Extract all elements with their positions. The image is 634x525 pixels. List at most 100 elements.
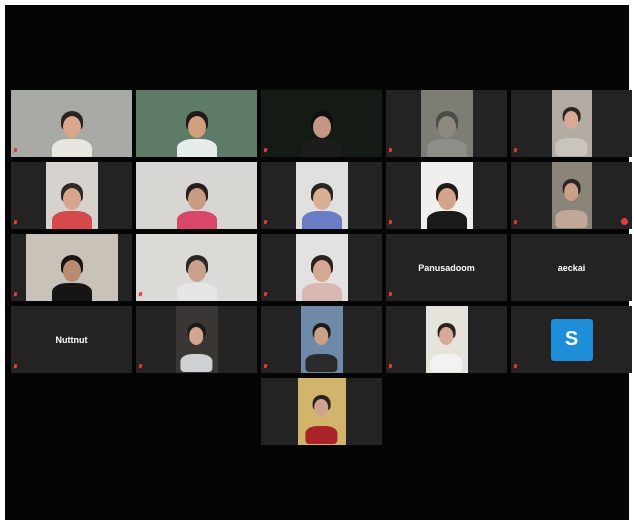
participant-figure [304, 306, 339, 373]
participant-torso [51, 283, 92, 301]
participant-torso [555, 210, 588, 228]
mic-muted-icon [388, 147, 393, 154]
participant-figure [554, 162, 589, 229]
participant-video [175, 306, 218, 373]
mic-muted-icon [13, 291, 18, 298]
participant-figure [50, 162, 94, 229]
mic-muted-icon [263, 363, 268, 370]
participant-face [62, 116, 81, 138]
participant-name-bar [513, 146, 520, 155]
participant-face [564, 183, 579, 201]
participant-tile[interactable] [136, 234, 257, 301]
participant-torso [176, 139, 217, 157]
participant-video [551, 90, 592, 157]
participant-name-bar [138, 362, 145, 371]
participant-tile[interactable] [261, 162, 382, 229]
participant-torso [305, 354, 338, 372]
participant-tile[interactable]: aeckai [511, 234, 632, 301]
participant-tile[interactable] [386, 90, 507, 157]
participant-tile[interactable] [261, 234, 382, 301]
participant-tile[interactable]: Nuttnut [11, 306, 132, 373]
participant-torso [426, 139, 467, 157]
participant-video [295, 234, 348, 301]
participant-figure [300, 90, 344, 157]
participant-tile[interactable] [11, 90, 132, 157]
participant-face [437, 116, 456, 138]
participant-figure [425, 90, 469, 157]
participant-face [312, 260, 331, 282]
participant-torso [555, 138, 588, 156]
participant-tile[interactable] [136, 90, 257, 157]
participant-name-bar [513, 218, 520, 227]
notification-badge [621, 218, 628, 225]
participant-face [312, 188, 331, 210]
participant-name-bar [13, 290, 20, 299]
participant-tile[interactable] [136, 306, 257, 373]
participant-face [187, 260, 206, 282]
mic-muted-icon [388, 363, 393, 370]
mic-muted-icon [13, 219, 18, 226]
participant-torso [176, 283, 217, 301]
participant-video [420, 90, 473, 157]
participant-video [551, 162, 592, 229]
mic-muted-icon [263, 291, 268, 298]
participant-name-bar [388, 290, 395, 299]
participant-name-bar [13, 362, 20, 371]
participant-name-bar [13, 218, 20, 227]
participant-name-bar [513, 362, 520, 371]
participant-tile[interactable] [386, 162, 507, 229]
participant-avatar: S [550, 318, 593, 361]
participant-tile[interactable] [511, 162, 632, 229]
participant-display-name: Nuttnut [55, 334, 88, 345]
participant-name-bar [263, 290, 270, 299]
participant-video [297, 378, 346, 445]
participant-face [187, 188, 206, 210]
participant-figure [300, 162, 344, 229]
participant-video [25, 234, 118, 301]
participant-face [62, 260, 81, 282]
participant-torso [301, 139, 342, 157]
participant-tile[interactable] [261, 378, 382, 445]
mic-muted-icon [138, 291, 143, 298]
participant-tile[interactable]: Panusadoom [386, 234, 507, 301]
participant-video [136, 234, 257, 301]
participant-tile[interactable] [11, 162, 132, 229]
participant-face [564, 111, 579, 129]
participant-torso [426, 211, 467, 229]
participant-video [45, 162, 98, 229]
participant-video [261, 90, 382, 157]
participant-tile[interactable]: S [511, 306, 632, 373]
participant-figure [50, 90, 94, 157]
participant-tile[interactable] [511, 90, 632, 157]
participant-face [314, 399, 329, 417]
meeting-gallery-view: Panusadoom aeckai Nuttnut S [5, 5, 632, 520]
participant-figure [175, 90, 219, 157]
participant-figure [429, 306, 464, 373]
participant-video [136, 90, 257, 157]
participant-tile[interactable] [11, 234, 132, 301]
participant-torso [176, 211, 217, 229]
participant-display-name: aeckai [557, 262, 586, 273]
participant-tile[interactable] [261, 306, 382, 373]
participant-tile[interactable] [386, 306, 507, 373]
mic-muted-icon [388, 219, 393, 226]
participant-figure [175, 162, 219, 229]
participant-figure [50, 234, 94, 301]
participant-torso [305, 426, 338, 444]
participant-name-bar [263, 146, 270, 155]
mic-muted-icon [13, 147, 18, 154]
participant-display-name: Panusadoom [418, 262, 475, 273]
participant-figure [425, 162, 469, 229]
participant-tile[interactable] [261, 90, 382, 157]
mic-muted-icon [263, 147, 268, 154]
participant-name-bar [263, 218, 270, 227]
participant-torso [301, 211, 342, 229]
mic-muted-icon [263, 219, 268, 226]
mic-muted-icon [138, 363, 143, 370]
participant-tile[interactable] [136, 162, 257, 229]
participant-figure [304, 378, 339, 445]
mic-muted-icon [13, 363, 18, 370]
participant-name-bar [138, 290, 145, 299]
mic-muted-icon [513, 219, 518, 226]
participant-figure [554, 90, 589, 157]
